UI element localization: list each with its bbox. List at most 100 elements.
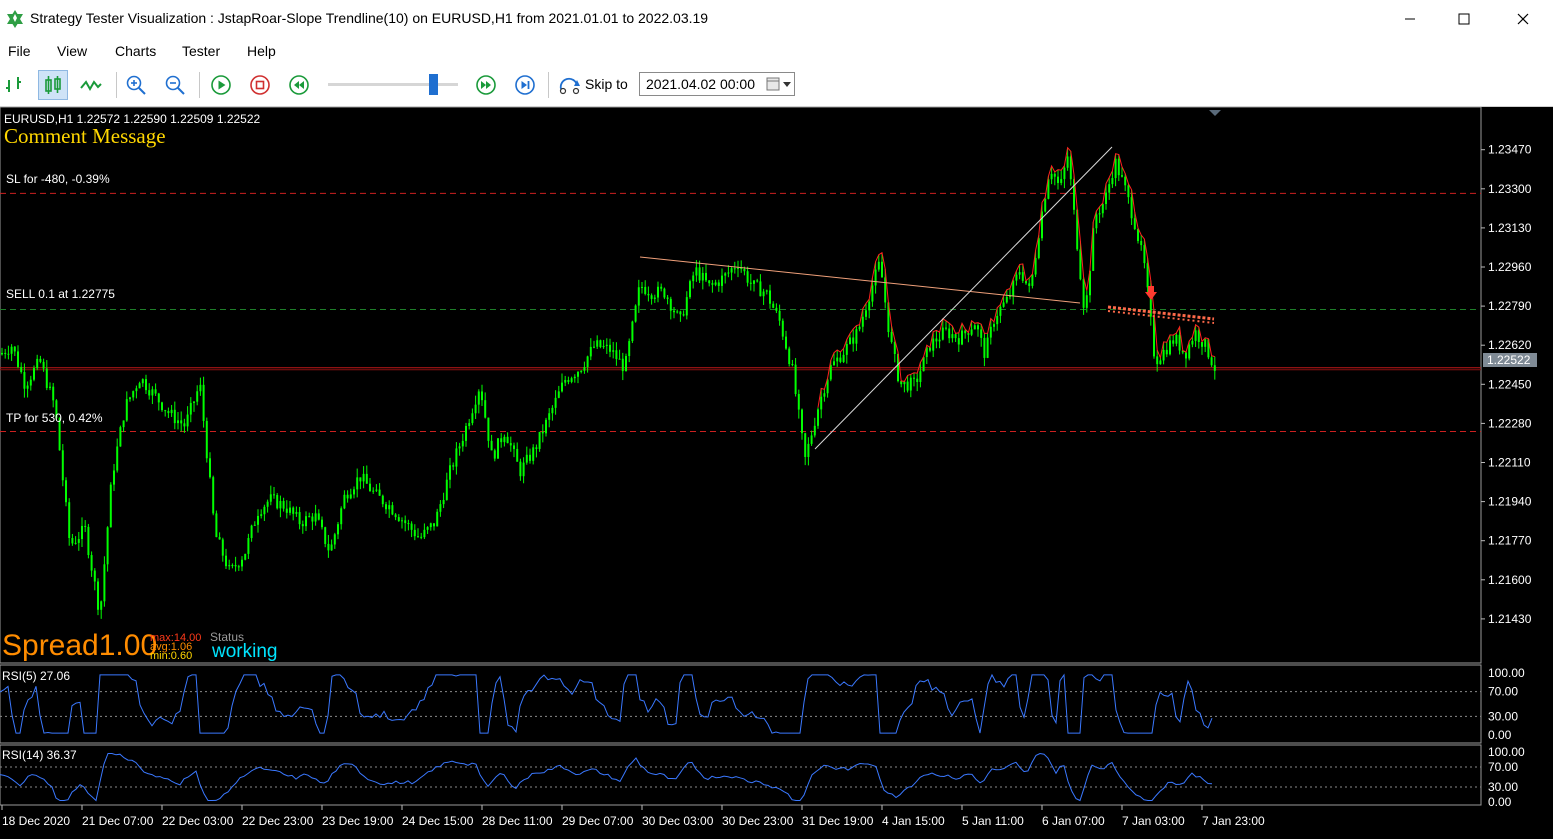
skip-to-button[interactable] bbox=[555, 70, 585, 100]
candlestick-button[interactable] bbox=[38, 70, 68, 100]
candle-body bbox=[1085, 295, 1088, 308]
calendar-button[interactable] bbox=[764, 73, 794, 95]
candle-body bbox=[516, 448, 519, 462]
candle-body bbox=[628, 341, 631, 357]
candle-body bbox=[353, 489, 355, 495]
candle-body bbox=[186, 414, 189, 427]
candle-body bbox=[285, 508, 288, 513]
candle-body bbox=[305, 516, 307, 527]
candle-body bbox=[749, 282, 752, 284]
skip-end-button[interactable] bbox=[510, 70, 540, 100]
candle-body bbox=[10, 346, 13, 354]
candle-body bbox=[829, 365, 832, 380]
stop-button[interactable] bbox=[245, 70, 275, 100]
candle-body bbox=[218, 537, 221, 540]
candle-body bbox=[250, 525, 253, 539]
candle-body bbox=[253, 524, 256, 526]
candle-body bbox=[724, 273, 727, 276]
price-tick-label: 1.21940 bbox=[1488, 495, 1532, 509]
candle-body bbox=[1175, 334, 1178, 344]
speed-slider-thumb[interactable] bbox=[429, 74, 438, 95]
candle-body bbox=[861, 316, 864, 327]
candle-body bbox=[381, 495, 384, 505]
candle-body bbox=[631, 321, 634, 342]
candle-body bbox=[685, 297, 688, 316]
zoom-out-button[interactable] bbox=[160, 70, 190, 100]
candle-body bbox=[346, 494, 349, 499]
close-button[interactable] bbox=[1494, 0, 1552, 38]
candle-body bbox=[84, 525, 87, 527]
candle-body bbox=[1053, 173, 1056, 177]
candle-body bbox=[941, 327, 944, 340]
time-tick-label: 4 Jan 15:00 bbox=[882, 814, 945, 828]
price-tick-label: 1.23470 bbox=[1488, 143, 1532, 157]
candle-body bbox=[87, 526, 90, 556]
time-tick-label: 7 Jan 23:00 bbox=[1202, 814, 1265, 828]
candle-body bbox=[71, 537, 74, 544]
menu-help[interactable]: Help bbox=[247, 43, 276, 59]
line-chart-button[interactable] bbox=[76, 70, 106, 100]
candle-body bbox=[1082, 279, 1085, 308]
price-chart-svg: EURUSD,H1 1.22572 1.22590 1.22509 1.2252… bbox=[0, 107, 1537, 828]
candle-body bbox=[445, 479, 448, 500]
price-tick-label: 1.22450 bbox=[1488, 377, 1532, 391]
menu-charts[interactable]: Charts bbox=[115, 43, 156, 59]
candle-body bbox=[1162, 349, 1165, 361]
candle-body bbox=[481, 391, 483, 401]
candle-body bbox=[506, 436, 509, 444]
candle-body bbox=[365, 473, 368, 484]
candle-body bbox=[1172, 340, 1175, 344]
candle-body bbox=[161, 402, 163, 411]
zoom-in-button[interactable] bbox=[121, 70, 151, 100]
candle-body bbox=[423, 529, 426, 538]
candle-body bbox=[791, 364, 794, 366]
candle-body bbox=[871, 285, 874, 302]
toolbar-separator bbox=[548, 72, 549, 98]
maximize-button[interactable] bbox=[1435, 0, 1493, 38]
candle-body bbox=[1140, 240, 1143, 246]
candle-body bbox=[1044, 198, 1047, 212]
menu-file[interactable]: File bbox=[8, 43, 31, 59]
candle-body bbox=[794, 364, 797, 395]
candlestick-icon bbox=[45, 76, 61, 94]
candle-body bbox=[612, 350, 615, 352]
candle-body bbox=[493, 450, 496, 459]
play-button[interactable] bbox=[206, 70, 236, 100]
candle-body bbox=[961, 330, 963, 345]
candle-body bbox=[266, 501, 269, 507]
candle-body bbox=[957, 338, 960, 345]
candle-body bbox=[804, 433, 807, 457]
rsi-axes: 100.0070.0030.000.00100.0070.0030.000.00 bbox=[1488, 666, 1525, 809]
candle-body bbox=[647, 293, 650, 296]
candle-body bbox=[525, 454, 528, 463]
menu-view[interactable]: View bbox=[57, 43, 87, 59]
candle-body bbox=[1041, 211, 1043, 239]
menu-tester[interactable]: Tester bbox=[182, 43, 220, 59]
candle-body bbox=[964, 330, 967, 334]
skip-to-label: Skip to bbox=[585, 76, 628, 92]
chart-area[interactable]: EURUSD,H1 1.22572 1.22590 1.22509 1.2252… bbox=[0, 107, 1553, 839]
candle-body bbox=[551, 407, 554, 414]
candle-body bbox=[269, 494, 272, 502]
candle-body bbox=[292, 507, 295, 514]
bar-chart-button[interactable] bbox=[0, 70, 30, 100]
candle-body bbox=[954, 334, 957, 339]
candle-body bbox=[621, 358, 624, 372]
candle-body bbox=[433, 523, 435, 527]
play-icon bbox=[211, 75, 231, 95]
candle-body bbox=[945, 327, 947, 329]
fast-forward-button[interactable] bbox=[471, 70, 501, 100]
candle-body bbox=[733, 268, 736, 270]
price-tick-label: 1.21770 bbox=[1488, 534, 1532, 548]
candle-body bbox=[1050, 173, 1053, 180]
candle-body bbox=[810, 435, 813, 444]
candle-body bbox=[593, 346, 595, 348]
minimize-button[interactable] bbox=[1381, 0, 1439, 38]
speed-slider-track[interactable] bbox=[328, 83, 458, 86]
candle-body bbox=[1066, 156, 1069, 168]
rewind-button[interactable] bbox=[284, 70, 314, 100]
candle-body bbox=[951, 334, 954, 339]
candle-body bbox=[529, 454, 531, 461]
candle-body bbox=[109, 484, 112, 528]
candle-body bbox=[97, 581, 99, 610]
